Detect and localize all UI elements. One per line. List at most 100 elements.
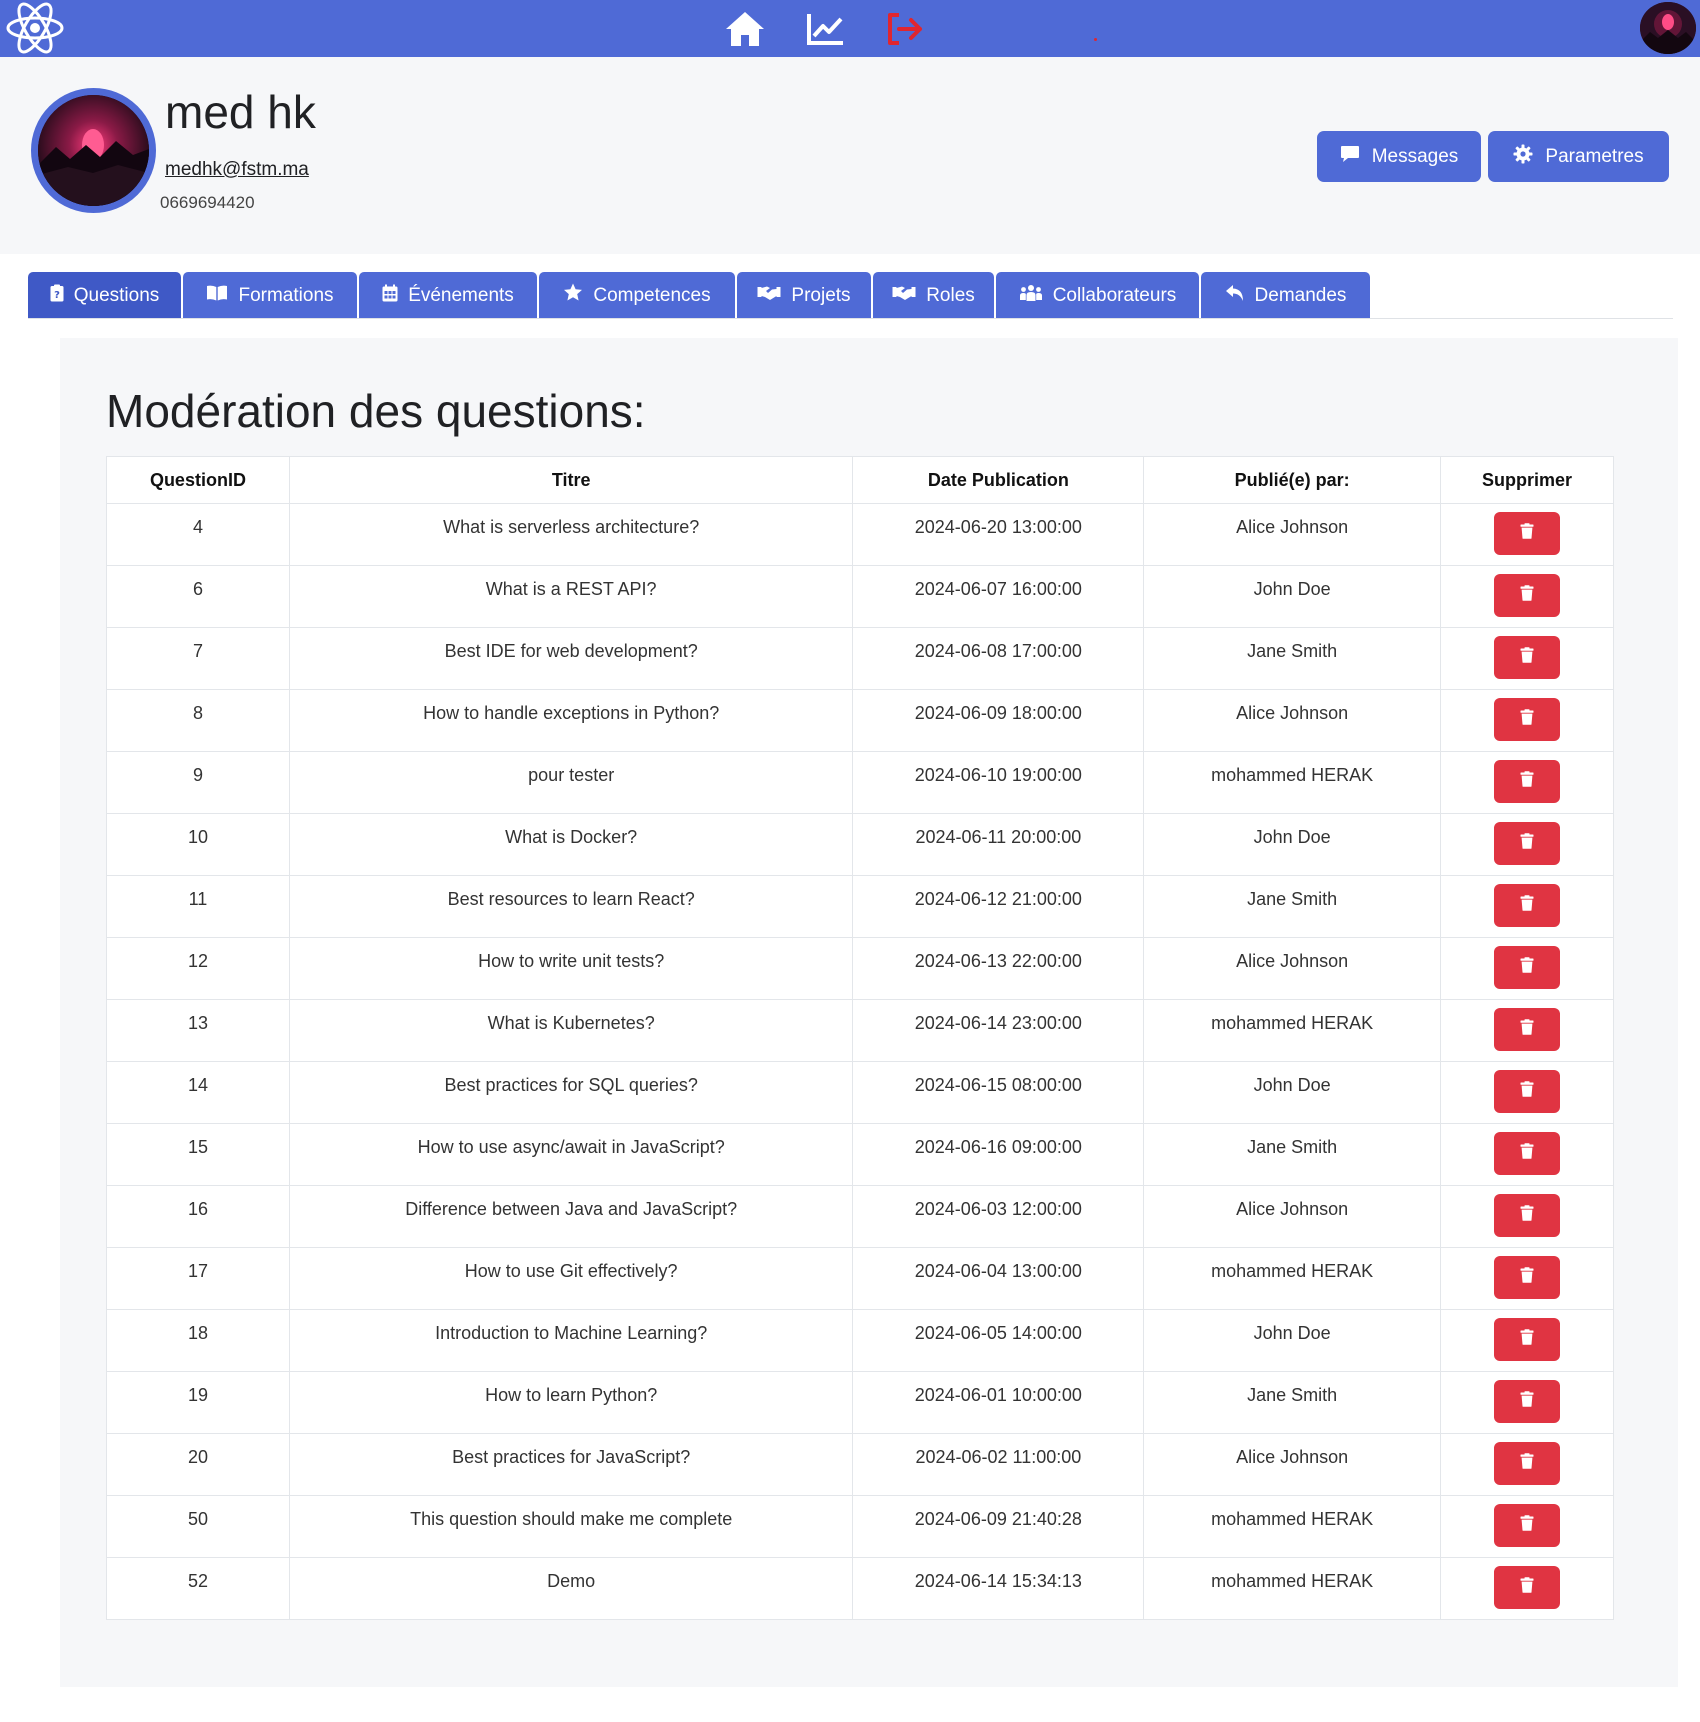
avatar[interactable]: [1640, 2, 1696, 54]
delete-button[interactable]: [1494, 1442, 1561, 1485]
column-header-titre: Titre: [288, 456, 854, 504]
settings-button[interactable]: Parametres: [1488, 131, 1669, 182]
users-icon: [1019, 284, 1043, 308]
publication-date-cell: 2024-06-09 21:40:28: [852, 1495, 1145, 1558]
delete-button[interactable]: [1494, 698, 1561, 741]
publication-date-cell: 2024-06-20 13:00:00: [852, 503, 1145, 566]
delete-button[interactable]: [1494, 1566, 1561, 1609]
table-row: 16 Difference between Java and JavaScript…: [106, 1185, 1614, 1248]
table-row: 17 How to use Git effectively? 2024-06-04 …: [106, 1247, 1614, 1310]
author-cell: John Doe: [1143, 565, 1442, 628]
reply-icon: [1225, 284, 1245, 308]
delete-button[interactable]: [1494, 636, 1561, 679]
question-title-cell: What is Docker?: [288, 813, 854, 876]
tab-label: Roles: [926, 284, 975, 306]
delete-button[interactable]: [1494, 1194, 1561, 1237]
publication-date-cell: 2024-06-16 09:00:00: [852, 1123, 1145, 1186]
tab-demandes[interactable]: Demandes: [1201, 272, 1370, 319]
delete-cell: [1440, 689, 1614, 752]
question-title-cell: How to use Git effectively?: [288, 1247, 854, 1310]
delete-button[interactable]: [1494, 512, 1561, 555]
settings-label: Parametres: [1545, 145, 1644, 167]
table-row: 13 What is Kubernetes? 2024-06-14 23:00:00…: [106, 999, 1614, 1062]
delete-button[interactable]: [1494, 1318, 1561, 1361]
publication-date-cell: 2024-06-02 11:00:00: [852, 1433, 1145, 1496]
table-row: 9 pour tester 2024-06-10 19:00:00 mohammed …: [106, 751, 1614, 814]
table-row: 20 Best practices for JavaScript? 2024-06-…: [106, 1433, 1614, 1496]
publication-date-cell: 2024-06-08 17:00:00: [852, 627, 1145, 690]
publication-date-cell: 2024-06-03 12:00:00: [852, 1185, 1145, 1248]
gear-icon: [1513, 144, 1533, 170]
profile-tabs: ? Questions Formations Événements Compet…: [28, 272, 1370, 319]
delete-button[interactable]: [1494, 1008, 1561, 1051]
table-row: 4 What is serverless architecture? 2024-06…: [106, 503, 1614, 566]
chart-line-icon[interactable]: [804, 9, 846, 49]
trash-icon: [1520, 1081, 1534, 1102]
author-cell: John Doe: [1143, 1309, 1442, 1372]
question-id-cell: 15: [106, 1123, 290, 1186]
trash-icon: [1520, 1143, 1534, 1164]
tabs-divider: [28, 318, 1673, 319]
question-title-cell: How to handle exceptions in Python?: [288, 689, 854, 752]
handshake-icon: [892, 285, 916, 307]
tab-label: Formations: [238, 284, 334, 306]
logout-icon[interactable]: [884, 9, 926, 49]
calendar-icon: [382, 284, 398, 308]
tab-label: Competences: [593, 284, 711, 306]
home-icon[interactable]: [724, 9, 766, 49]
comment-icon: [1340, 145, 1360, 169]
tab-projets[interactable]: Projets: [737, 272, 871, 319]
delete-cell: [1440, 1247, 1614, 1310]
delete-button[interactable]: [1494, 574, 1561, 617]
delete-cell: [1440, 1185, 1614, 1248]
tab-formations[interactable]: Formations: [183, 272, 357, 319]
table-row: 14 Best practices for SQL queries? 2024-06…: [106, 1061, 1614, 1124]
profile-email-link[interactable]: medhk@fstm.ma: [165, 159, 309, 181]
delete-button[interactable]: [1494, 1504, 1561, 1547]
delete-button[interactable]: [1494, 1380, 1561, 1423]
delete-button[interactable]: [1494, 1070, 1561, 1113]
delete-button[interactable]: [1494, 946, 1561, 989]
delete-cell: [1440, 1433, 1614, 1496]
question-title-cell: What is a REST API?: [288, 565, 854, 628]
tab-collaborateurs[interactable]: Collaborateurs: [996, 272, 1199, 319]
question-id-cell: 12: [106, 937, 290, 1000]
atom-icon[interactable]: [4, 2, 66, 54]
profile-avatar: [31, 88, 156, 213]
table-header-row: QuestionID Titre Date Publication Publié…: [106, 456, 1614, 504]
question-id-cell: 13: [106, 999, 290, 1062]
tab-label: Collaborateurs: [1052, 284, 1177, 306]
question-title-cell: Difference between Java and JavaScript?: [288, 1185, 854, 1248]
table-row: 50 This question should make me complete 2…: [106, 1495, 1614, 1558]
trash-icon: [1520, 1577, 1534, 1598]
publication-date-cell: 2024-06-01 10:00:00: [852, 1371, 1145, 1434]
table-row: 12 How to write unit tests? 2024-06-13 22:…: [106, 937, 1614, 1000]
top-navbar: [0, 0, 1700, 57]
question-id-cell: 4: [106, 503, 290, 566]
delete-cell: [1440, 1309, 1614, 1372]
moderation-card: Modération des questions: QuestionID Tit…: [60, 338, 1678, 1687]
delete-button[interactable]: [1494, 760, 1561, 803]
tab-competences[interactable]: Competences: [539, 272, 735, 319]
publication-date-cell: 2024-06-11 20:00:00: [852, 813, 1145, 876]
delete-cell: [1440, 1495, 1614, 1558]
question-id-cell: 20: [106, 1433, 290, 1496]
author-cell: Alice Johnson: [1143, 689, 1442, 752]
author-cell: mohammed HERAK: [1143, 999, 1442, 1062]
tab-questions[interactable]: ? Questions: [28, 272, 181, 319]
table-row: 10 What is Docker? 2024-06-11 20:00:00 John…: [106, 813, 1614, 876]
tab-evenements[interactable]: Événements: [359, 272, 537, 319]
delete-button[interactable]: [1494, 1132, 1561, 1175]
messages-button[interactable]: Messages: [1317, 131, 1481, 182]
tab-roles[interactable]: Roles: [873, 272, 994, 319]
profile-header: med hk medhk@fstm.ma 0669694420 Messages: [0, 57, 1700, 254]
delete-button[interactable]: [1494, 884, 1561, 927]
delete-cell: [1440, 875, 1614, 938]
publication-date-cell: 2024-06-14 23:00:00: [852, 999, 1145, 1062]
delete-button[interactable]: [1494, 1256, 1561, 1299]
delete-button[interactable]: [1494, 822, 1561, 865]
question-title-cell: What is Kubernetes?: [288, 999, 854, 1062]
author-cell: mohammed HERAK: [1143, 1495, 1442, 1558]
author-cell: Jane Smith: [1143, 627, 1442, 690]
table-row: 19 How to learn Python? 2024-06-01 10:00:0…: [106, 1371, 1614, 1434]
